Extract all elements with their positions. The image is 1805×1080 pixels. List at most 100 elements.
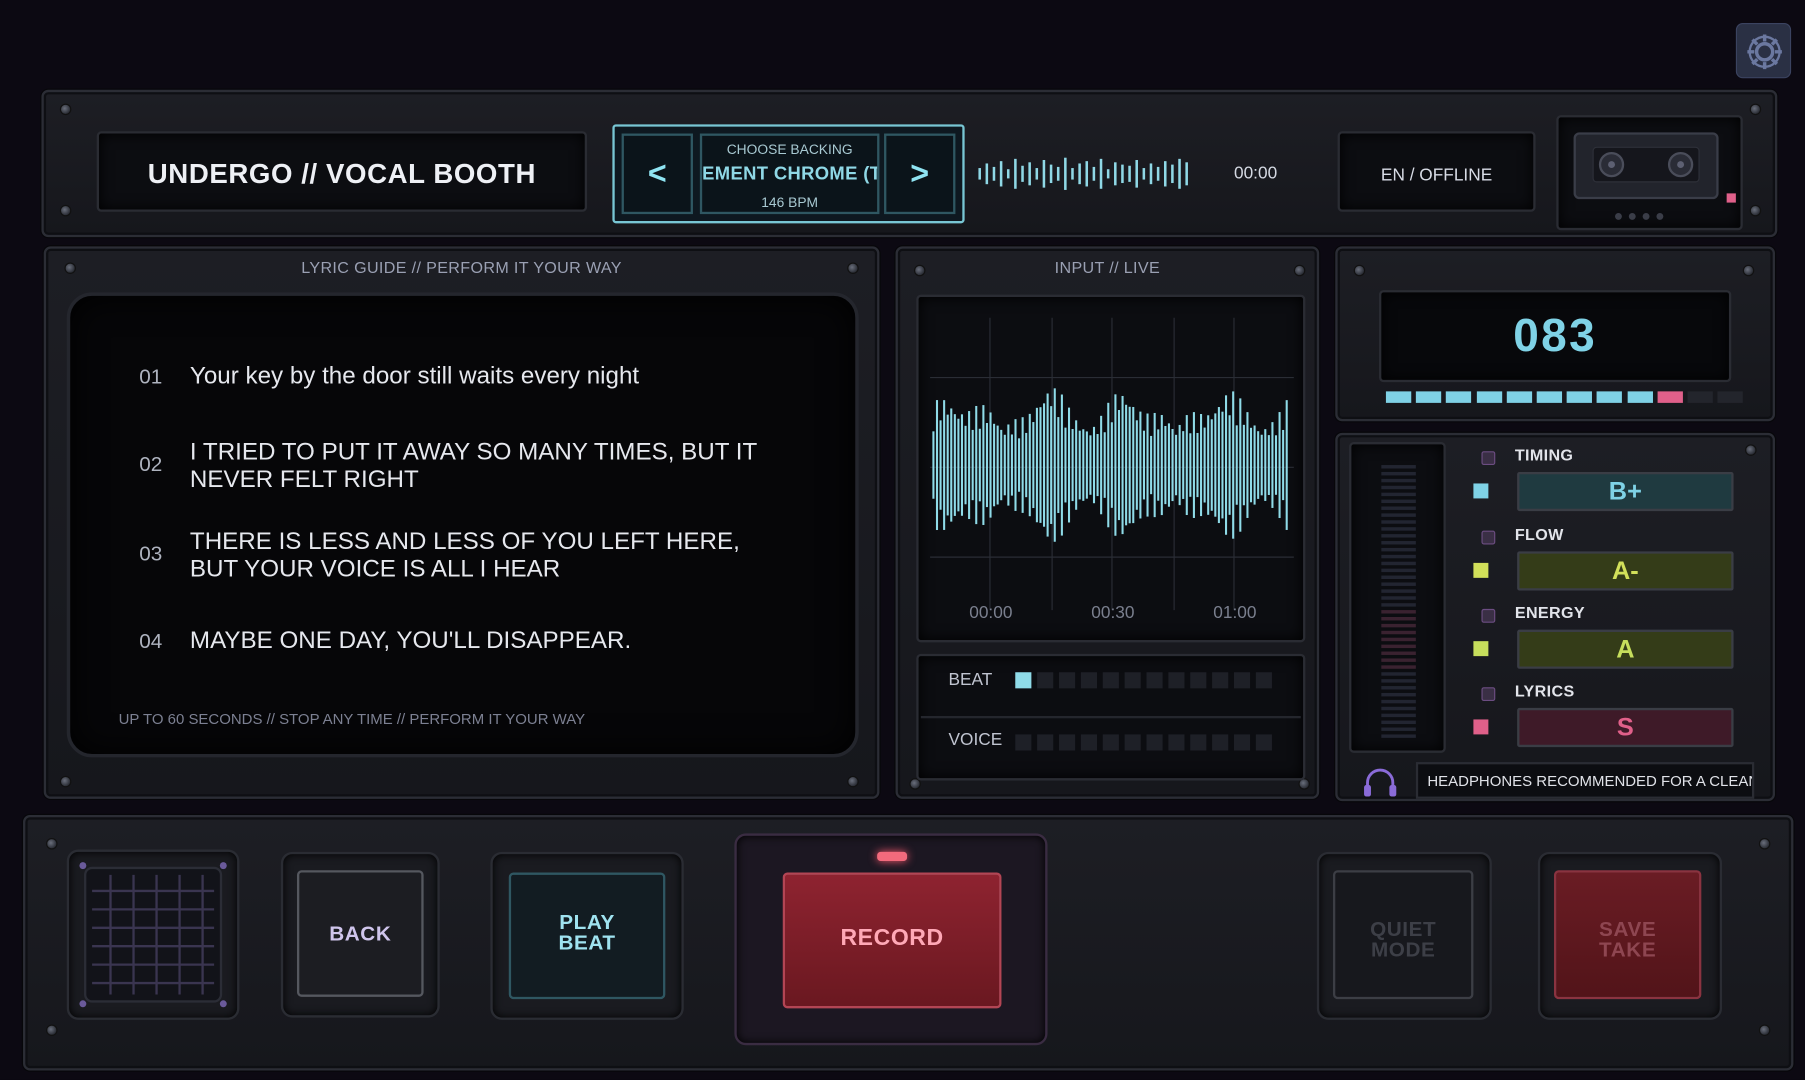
- prev-backing-button[interactable]: <: [621, 133, 693, 215]
- beat-meter-segment: [1080, 672, 1097, 689]
- vertical-meter-segment: [1381, 679, 1416, 683]
- lyric-footer: UP TO 60 SECONDS // STOP ANY TIME // PER…: [118, 710, 586, 728]
- voice-meter-segment: [1255, 734, 1272, 751]
- save-take-button[interactable]: SAVE TAKE: [1553, 870, 1702, 1000]
- mini-wave-bar: [1178, 158, 1181, 189]
- grade-color-swatch: [1473, 719, 1489, 735]
- vertical-meter-segment: [1381, 506, 1416, 510]
- voice-meter-segment: [1080, 734, 1097, 751]
- live-wave-bar: [1171, 429, 1174, 502]
- live-wave-bar: [1185, 415, 1188, 516]
- grade-color-swatch: [1473, 562, 1489, 578]
- vertical-meter-segment: [1381, 589, 1416, 593]
- beat-meter-segment: [1255, 672, 1272, 689]
- grade-label-timing: TIMING: [1514, 445, 1574, 464]
- vertical-meter-segment: [1381, 492, 1416, 497]
- voice-meter-segment: [1102, 734, 1119, 751]
- vertical-meter-segment: [1381, 575, 1416, 580]
- grade-value-flow: A-: [1517, 551, 1734, 591]
- beat-meter-segment: [1190, 672, 1207, 689]
- voice-meter-segment: [1124, 734, 1141, 751]
- mini-wave-bar: [1078, 163, 1081, 185]
- beat-meter-segment: [1168, 672, 1185, 689]
- live-wave-bar: [975, 405, 978, 525]
- language-status-display: EN / OFFLINE: [1337, 131, 1536, 212]
- live-wave-bar: [1035, 407, 1038, 523]
- live-wave-bar: [1207, 415, 1210, 515]
- vertical-meter-segment: [1381, 699, 1416, 704]
- voice-meter-segment: [1233, 734, 1251, 751]
- live-wave-bar: [1089, 435, 1092, 495]
- headphones-note-box: HEADPHONES RECOMMENDED FOR A CLEANE: [1415, 762, 1755, 799]
- vertical-meter-segment: [1381, 485, 1416, 490]
- vertical-meter-segment: [1381, 554, 1416, 559]
- score-segment: [1416, 391, 1442, 403]
- mini-wave-bar: [985, 163, 989, 185]
- mini-wave-bar: [1163, 161, 1167, 187]
- live-wave-bar: [1228, 415, 1231, 515]
- live-wave-bar: [1064, 427, 1067, 503]
- mini-wave-bar: [1135, 160, 1138, 188]
- mini-wave-bar: [1114, 162, 1117, 186]
- beat-meter-label: BEAT: [948, 669, 993, 690]
- live-wave-bar: [1235, 425, 1238, 505]
- mini-wave-bar: [992, 166, 996, 181]
- live-wave-bar: [1178, 424, 1181, 506]
- back-button[interactable]: BACK: [296, 870, 424, 997]
- grade-indicator-icon: [1481, 687, 1496, 702]
- live-wave-bar: [1142, 430, 1145, 500]
- mini-wave-bar: [978, 168, 981, 180]
- live-wave-bar: [953, 414, 956, 516]
- save-take-label-1: SAVE: [1599, 917, 1657, 941]
- vertical-meter-segment: [1381, 623, 1416, 628]
- live-wave-bar: [1242, 424, 1245, 506]
- record-button[interactable]: RECORD: [782, 872, 1002, 1009]
- voice-meter-segment: [1168, 734, 1185, 751]
- lyric-number: 01: [139, 364, 163, 388]
- live-wave-bar: [1125, 404, 1128, 526]
- backing-bpm: 146 BPM: [761, 194, 819, 211]
- live-wave-bar: [1175, 434, 1178, 496]
- live-wave-bar: [1025, 432, 1028, 498]
- live-wave-bar: [1260, 434, 1263, 496]
- backing-selector: < CHOOSE BACKING EMENT CHROME (T 146 BPM…: [612, 124, 965, 224]
- live-wave-bar: [1085, 431, 1088, 499]
- grade-indicator-icon: [1481, 608, 1496, 623]
- score-segment: [1627, 391, 1653, 403]
- live-wave-bar: [943, 400, 946, 530]
- mini-wave-bar: [1121, 164, 1124, 184]
- cassette-deck: [1556, 115, 1743, 231]
- play-beat-button[interactable]: PLAY BEAT: [508, 872, 666, 1000]
- mini-wave-bar: [1106, 169, 1110, 179]
- live-wave-bar: [1160, 415, 1163, 516]
- language-status: EN / OFFLINE: [1380, 165, 1493, 186]
- mini-wave-bar: [1128, 165, 1131, 182]
- time-tick: 01:00: [1213, 603, 1257, 623]
- live-wave-bar: [1274, 435, 1278, 495]
- live-wave-bar: [996, 425, 999, 505]
- mini-wave-bar: [1185, 162, 1188, 186]
- lyric-number: 03: [139, 542, 163, 566]
- score-segment: [1476, 391, 1502, 403]
- live-wave-bar: [1150, 435, 1153, 495]
- settings-button[interactable]: [1735, 23, 1792, 79]
- play-beat-label-1: PLAY: [559, 910, 615, 934]
- live-wave-bar: [1182, 431, 1185, 499]
- live-wave-bar: [1153, 412, 1156, 518]
- vertical-meter-segment: [1381, 534, 1416, 538]
- vertical-meter-segment: [1381, 616, 1416, 621]
- live-wave-bar: [1167, 423, 1170, 507]
- mini-wave-bar: [1042, 160, 1046, 188]
- live-wave-bar: [1100, 415, 1103, 515]
- vertical-meter-segment: [1381, 665, 1416, 669]
- backing-display: CHOOSE BACKING EMENT CHROME (T 146 BPM: [699, 133, 880, 215]
- vertical-level-meter: [1349, 442, 1446, 753]
- beat-meter-segment: [1124, 672, 1141, 689]
- beat-meter-segment: [1212, 672, 1229, 689]
- mini-wave-bar: [1099, 158, 1103, 189]
- next-backing-button[interactable]: >: [884, 133, 956, 215]
- live-wave-bar: [950, 408, 953, 522]
- lyric-text: Your key by the door still waits every n…: [189, 362, 640, 390]
- quiet-mode-button[interactable]: QUIET MODE: [1332, 870, 1474, 1000]
- lyric-guide-header: LYRIC GUIDE // PERFORM IT YOUR WAY: [301, 257, 622, 277]
